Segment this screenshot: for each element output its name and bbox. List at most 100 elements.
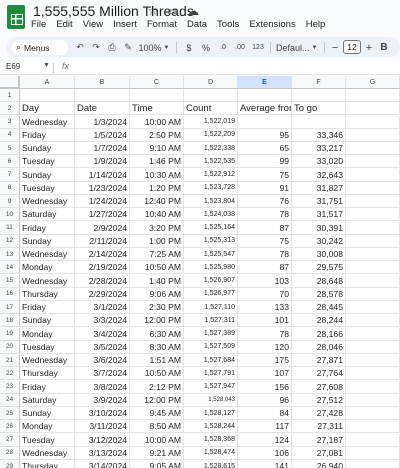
cell-empty[interactable] bbox=[346, 261, 400, 275]
row-header[interactable]: 3 bbox=[0, 115, 20, 129]
cell-date[interactable]: 3/1/2024 bbox=[75, 301, 130, 315]
cell-time[interactable]: 9:05 AM bbox=[130, 460, 184, 468]
cell-count[interactable]: 1,528,127 bbox=[184, 407, 238, 421]
move-folder-icon[interactable]: ▭ bbox=[166, 4, 180, 18]
cell-empty[interactable] bbox=[346, 327, 400, 341]
cell-time[interactable]: 9:21 AM bbox=[130, 446, 184, 460]
column-header-f[interactable]: F bbox=[292, 76, 346, 89]
cell-empty[interactable] bbox=[346, 221, 400, 235]
cell-empty[interactable] bbox=[346, 354, 400, 368]
cell-empty[interactable] bbox=[346, 367, 400, 381]
cell-togo[interactable]: 26,940 bbox=[292, 460, 346, 468]
cell-empty[interactable] bbox=[346, 420, 400, 434]
cell-date[interactable]: 3/13/2024 bbox=[75, 446, 130, 460]
row-header[interactable]: 20 bbox=[0, 340, 20, 354]
cell-day[interactable]: Wednesday bbox=[20, 354, 75, 368]
cell-avg[interactable]: 78 bbox=[238, 208, 292, 222]
row-header[interactable]: 4 bbox=[0, 128, 20, 142]
cell-empty[interactable] bbox=[346, 380, 400, 394]
font-size-input[interactable]: 12 bbox=[343, 40, 361, 54]
cell-time[interactable]: 10:30 AM bbox=[130, 168, 184, 182]
cell-togo[interactable]: 30,008 bbox=[292, 248, 346, 262]
cell-date[interactable]: 1/3/2024 bbox=[75, 115, 130, 129]
menu-data[interactable]: Data bbox=[187, 19, 207, 30]
cell-avg[interactable]: 87 bbox=[238, 221, 292, 235]
cell-avg[interactable]: 103 bbox=[238, 274, 292, 288]
cell-togo[interactable]: 27,871 bbox=[292, 354, 346, 368]
cell-togo[interactable]: 27,081 bbox=[292, 446, 346, 460]
cell-time[interactable]: 1:20 PM bbox=[130, 181, 184, 195]
cell-empty[interactable] bbox=[346, 460, 400, 468]
zoom-select[interactable]: 100% ▼ bbox=[139, 40, 170, 55]
row-header[interactable]: 17 bbox=[0, 301, 20, 315]
cell-togo[interactable]: 28,244 bbox=[292, 314, 346, 328]
cell-day[interactable]: Wednesday bbox=[20, 115, 75, 129]
cell-count[interactable]: 1,522,535 bbox=[184, 155, 238, 169]
cell-time[interactable]: 7:25 AM bbox=[130, 248, 184, 262]
cell-day[interactable]: Monday bbox=[20, 327, 75, 341]
cell-togo[interactable] bbox=[292, 115, 346, 129]
cell-empty[interactable] bbox=[346, 393, 400, 407]
cell-togo[interactable]: 28,046 bbox=[292, 340, 346, 354]
cell-date[interactable]: 3/12/2024 bbox=[75, 433, 130, 447]
cell-time[interactable]: 10:50 AM bbox=[130, 261, 184, 275]
cell-date[interactable]: 3/8/2024 bbox=[75, 380, 130, 394]
cell-empty[interactable] bbox=[346, 234, 400, 248]
row-header[interactable]: 1 bbox=[0, 89, 20, 103]
cell-avg[interactable]: 70 bbox=[238, 287, 292, 301]
print-icon[interactable]: ⎙ bbox=[106, 40, 118, 55]
cell-time[interactable]: 10:00 AM bbox=[130, 115, 184, 129]
cell-count[interactable]: 1,526,907 bbox=[184, 274, 238, 288]
spreadsheet-grid[interactable]: A B C D E F G 1 2 Day Date Time Count Average … bbox=[0, 76, 400, 468]
cell-togo[interactable]: 30,242 bbox=[292, 234, 346, 248]
font-select[interactable]: Defaul... ▼ bbox=[276, 40, 320, 55]
cell-day[interactable]: Sunday bbox=[20, 314, 75, 328]
cell-day[interactable]: Friday bbox=[20, 128, 75, 142]
cell-time[interactable]: 10:00 AM bbox=[130, 433, 184, 447]
cell-time[interactable]: 12:00 PM bbox=[130, 314, 184, 328]
cell-avg[interactable]: 87 bbox=[238, 261, 292, 275]
cell-date[interactable]: 1/14/2024 bbox=[75, 168, 130, 182]
cell-count[interactable]: 1,525,980 bbox=[184, 261, 238, 275]
cell-avg[interactable]: 175 bbox=[238, 354, 292, 368]
cell-time[interactable]: 9:45 AM bbox=[130, 407, 184, 421]
row-header[interactable]: 8 bbox=[0, 181, 20, 195]
menu-file[interactable]: File bbox=[31, 19, 46, 30]
cell-avg[interactable]: 107 bbox=[238, 367, 292, 381]
cell-date[interactable]: 2/28/2024 bbox=[75, 274, 130, 288]
menu-help[interactable]: Help bbox=[306, 19, 326, 30]
column-header-c[interactable]: C bbox=[130, 76, 184, 89]
cell-empty[interactable] bbox=[346, 142, 400, 156]
cell-count[interactable]: 1,525,164 bbox=[184, 221, 238, 235]
menu-view[interactable]: View bbox=[83, 19, 103, 30]
cell-day[interactable]: Tuesday bbox=[20, 433, 75, 447]
cell-day[interactable]: Wednesday bbox=[20, 446, 75, 460]
cell-togo[interactable]: 28,445 bbox=[292, 301, 346, 315]
row-header[interactable]: 18 bbox=[0, 314, 20, 328]
cell-empty[interactable] bbox=[346, 102, 400, 116]
cell-count[interactable]: 1,525,547 bbox=[184, 248, 238, 262]
cell-date[interactable] bbox=[75, 89, 130, 103]
cell-avg[interactable]: 101 bbox=[238, 314, 292, 328]
cell-day[interactable]: Sunday bbox=[20, 407, 75, 421]
cell-date[interactable]: 3/3/2024 bbox=[75, 314, 130, 328]
cell-date[interactable]: 3/5/2024 bbox=[75, 340, 130, 354]
cell-date[interactable]: 3/11/2024 bbox=[75, 420, 130, 434]
cell-togo[interactable]: 31,517 bbox=[292, 208, 346, 222]
cell-empty[interactable] bbox=[346, 115, 400, 129]
cell-avg[interactable]: 96 bbox=[238, 393, 292, 407]
cell-togo[interactable]: 27,608 bbox=[292, 380, 346, 394]
cell-togo[interactable]: 33,020 bbox=[292, 155, 346, 169]
cell-avg[interactable]: 141 bbox=[238, 460, 292, 468]
cell-date[interactable]: 1/5/2024 bbox=[75, 128, 130, 142]
row-header[interactable]: 12 bbox=[0, 234, 20, 248]
cell-day[interactable]: Sunday bbox=[20, 168, 75, 182]
cell-time[interactable]: 12:00 PM bbox=[130, 393, 184, 407]
column-header-d[interactable]: D bbox=[184, 76, 238, 89]
cell-empty[interactable] bbox=[346, 195, 400, 209]
cell-togo[interactable]: 27,187 bbox=[292, 433, 346, 447]
cell-count[interactable]: 1,522,338 bbox=[184, 142, 238, 156]
cell-day[interactable]: Monday bbox=[20, 261, 75, 275]
cell-day[interactable]: Friday bbox=[20, 380, 75, 394]
cell-count[interactable]: 1,524,038 bbox=[184, 208, 238, 222]
